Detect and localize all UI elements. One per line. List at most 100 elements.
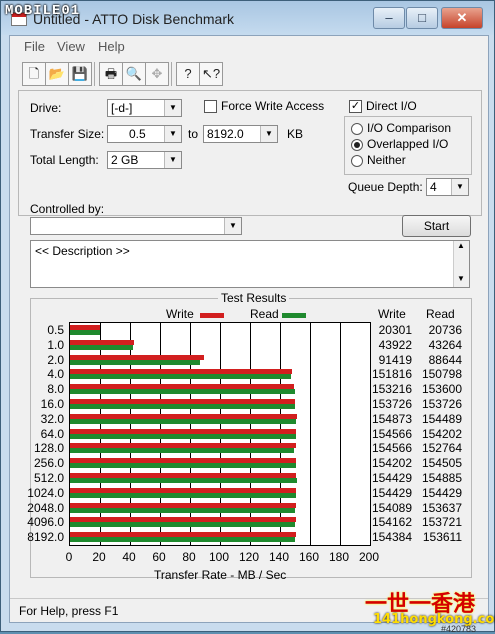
total-length-value: 2 GB xyxy=(111,153,139,167)
minimize-icon: – xyxy=(385,10,393,25)
gridline xyxy=(310,323,311,545)
write-value: 154566 xyxy=(371,441,412,456)
transfer-from-select[interactable]: 0.5 ▼ xyxy=(107,125,182,143)
description-scrollbar[interactable]: ▲ ▼ xyxy=(453,241,469,287)
y-tick-label: 0.5 xyxy=(47,323,64,337)
read-bar xyxy=(70,522,296,528)
results-chart xyxy=(69,322,371,546)
write-value: 154429 xyxy=(371,485,412,500)
read-bar xyxy=(70,330,101,335)
description-box[interactable]: << Description >> ▲ ▼ xyxy=(30,240,470,288)
x-tick-label: 200 xyxy=(358,550,380,564)
transfer-to-select[interactable]: 8192.0 ▼ xyxy=(203,125,278,143)
new-file-button[interactable]: 🗋 xyxy=(22,62,46,86)
force-write-checkbox[interactable] xyxy=(204,100,217,113)
read-bar xyxy=(70,478,297,483)
read-bar xyxy=(70,344,134,350)
x-tick-label: 0 xyxy=(65,550,73,564)
read-value: 20736 xyxy=(428,323,462,337)
minimize-button[interactable]: – xyxy=(373,7,405,29)
x-tick-label: 60 xyxy=(152,550,166,564)
watermark-logo: MOBILE01 xyxy=(5,3,81,19)
chevron-down-icon: ▼ xyxy=(224,218,241,234)
total-length-label: Total Length: xyxy=(30,153,99,167)
chevron-down-icon: ▼ xyxy=(164,100,181,116)
toolbar: 🗋 📂 💾 🖶 🔍 ✥ ? ↖? xyxy=(22,62,223,88)
neither-radio[interactable] xyxy=(351,155,363,167)
open-button[interactable]: 📂 xyxy=(45,62,69,86)
watermark-code: #420783 xyxy=(441,624,477,634)
direct-io-checkbox[interactable]: ✓ xyxy=(349,100,362,113)
chevron-down-icon: ▼ xyxy=(260,126,277,142)
read-value: 154202 xyxy=(421,426,462,441)
read-bar xyxy=(70,433,296,439)
app-window: Untitled - ATTO Disk Benchmark MOBILE01 … xyxy=(0,0,495,634)
read-value: 154885 xyxy=(421,471,462,485)
queue-depth-label: Queue Depth: xyxy=(348,180,423,194)
queue-depth-select[interactable]: 4 ▼ xyxy=(426,178,469,196)
close-icon: ✕ xyxy=(456,10,468,25)
controlled-by-label: Controlled by: xyxy=(30,202,105,216)
print-preview-icon: 🔍 xyxy=(125,66,143,81)
read-value: 88644 xyxy=(428,352,462,367)
x-tick-label: 40 xyxy=(122,550,136,564)
read-value: 154429 xyxy=(421,485,462,500)
y-tick-label: 32.0 xyxy=(40,411,64,426)
overlapped-io-radio[interactable] xyxy=(351,139,363,151)
kb-unit-label: KB xyxy=(287,127,304,141)
chevron-down-icon: ▼ xyxy=(451,179,468,195)
write-value: 20301 xyxy=(378,323,412,337)
transfer-size-label: Transfer Size: xyxy=(30,127,105,141)
menu-file[interactable]: File xyxy=(24,39,45,54)
y-tick-label: 8.0 xyxy=(47,382,64,397)
scroll-up-icon: ▲ xyxy=(457,241,465,250)
queue-depth-value: 4 xyxy=(430,180,437,194)
read-value: 153726 xyxy=(421,397,462,411)
force-write-label: Force Write Access xyxy=(221,99,325,113)
watermark-site: 141hongkong.com xyxy=(373,612,495,627)
direct-io-label: Direct I/O xyxy=(366,99,417,113)
io-comparison-radio[interactable] xyxy=(351,123,363,135)
client-area: File View Help 🗋 📂 💾 🖶 🔍 ✥ ? ↖? Drive: [… xyxy=(9,35,489,623)
start-button[interactable]: Start xyxy=(402,215,471,237)
chevron-down-icon: ▼ xyxy=(164,126,181,142)
menu-view[interactable]: View xyxy=(57,39,85,54)
print-preview-button[interactable]: 🔍 xyxy=(122,62,146,86)
total-length-select[interactable]: 2 GB ▼ xyxy=(107,151,182,169)
transfer-from-value: 0.5 xyxy=(129,127,146,141)
read-value: 153600 xyxy=(421,382,462,397)
x-tick-label: 100 xyxy=(208,550,230,564)
controlled-by-select[interactable]: ▼ xyxy=(30,217,242,235)
move-button[interactable]: ✥ xyxy=(145,62,169,86)
read-bar xyxy=(70,507,296,513)
write-value: 153216 xyxy=(371,382,412,397)
x-tick-label: 160 xyxy=(298,550,320,564)
read-value: 154489 xyxy=(421,411,462,426)
read-bar xyxy=(70,389,295,395)
new-file-icon: 🗋 xyxy=(28,66,40,81)
toolbar-separator xyxy=(94,62,95,86)
overlapped-io-label: Overlapped I/O xyxy=(367,137,449,151)
help-button[interactable]: ? xyxy=(176,62,200,86)
read-value: 43264 xyxy=(428,337,462,352)
write-value: 151816 xyxy=(371,367,412,382)
read-value: 153721 xyxy=(421,515,462,530)
y-tick-label: 2.0 xyxy=(47,352,64,367)
write-value: 154089 xyxy=(371,500,412,515)
read-column-header: Read xyxy=(426,307,455,321)
write-value: 153726 xyxy=(371,397,412,411)
context-help-button[interactable]: ↖? xyxy=(199,62,223,86)
drive-select[interactable]: [-d-] ▼ xyxy=(107,99,182,117)
read-bar xyxy=(70,418,297,424)
maximize-button[interactable]: □ xyxy=(406,7,438,29)
menu-help[interactable]: Help xyxy=(98,39,125,54)
title-bar[interactable]: Untitled - ATTO Disk Benchmark MOBILE01 … xyxy=(1,1,494,35)
read-value: 153637 xyxy=(421,500,462,515)
close-button[interactable]: ✕ xyxy=(441,7,483,29)
read-bar xyxy=(70,374,291,380)
print-button[interactable]: 🖶 xyxy=(99,62,123,86)
y-tick-label: 1024.0 xyxy=(27,485,64,500)
x-tick-label: 180 xyxy=(328,550,350,564)
save-button[interactable]: 💾 xyxy=(68,62,92,86)
read-bar xyxy=(70,463,297,469)
